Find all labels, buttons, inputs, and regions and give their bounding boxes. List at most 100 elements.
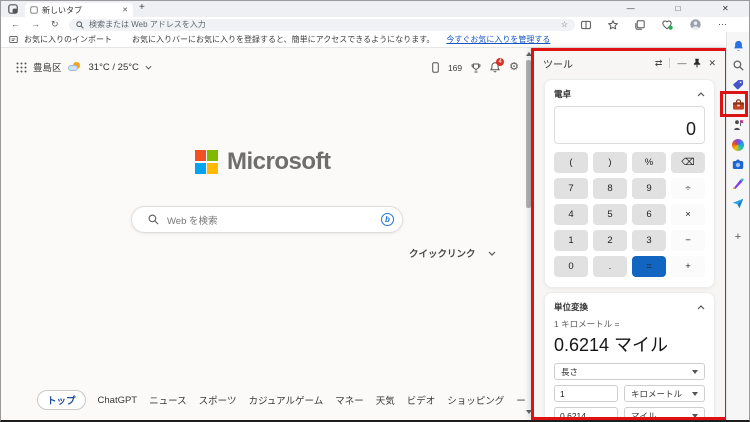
- nav-item-top[interactable]: トップ: [37, 390, 86, 410]
- more-menu-icon[interactable]: ⋯: [718, 19, 727, 30]
- calc-key[interactable]: 8: [593, 178, 627, 199]
- tab-new-tab[interactable]: 新しいタブ ✕: [25, 3, 133, 17]
- calc-key[interactable]: 7: [554, 178, 588, 199]
- weather-location[interactable]: 豊島区: [33, 60, 62, 74]
- shopping-tag-icon[interactable]: [732, 79, 744, 91]
- image-creator-icon[interactable]: [732, 159, 744, 170]
- chevron-up-icon[interactable]: [697, 305, 705, 310]
- tab-title: 新しいタブ: [42, 5, 118, 16]
- calc-key[interactable]: 9: [632, 178, 666, 199]
- close-button[interactable]: ✕: [702, 1, 749, 17]
- converter-from-input[interactable]: [554, 385, 618, 402]
- favorite-star-icon[interactable]: ☆: [561, 20, 568, 29]
- forward-button[interactable]: →: [31, 17, 40, 32]
- browser-essentials-icon[interactable]: [662, 20, 673, 30]
- converter-to-input[interactable]: [554, 407, 618, 420]
- new-tab-button[interactable]: +: [139, 2, 145, 13]
- import-favorites-button[interactable]: お気に入りのインポート: [24, 34, 112, 45]
- minimize-button[interactable]: —: [607, 1, 654, 17]
- calculator-keypad: ( ) % ⌫ 7 8 9 ÷ 4 5 6 × 1 2 3 − 0 . = +: [554, 152, 705, 277]
- calc-key-divide[interactable]: ÷: [671, 178, 705, 199]
- nav-item[interactable]: スポーツ: [199, 393, 237, 407]
- nav-item[interactable]: ショッピング: [447, 393, 504, 407]
- calc-key[interactable]: 2: [593, 230, 627, 251]
- refresh-button[interactable]: ↻: [51, 17, 59, 32]
- tab-favicon: [30, 6, 38, 14]
- profile-avatar[interactable]: [690, 19, 701, 30]
- app-launcher-icon[interactable]: [16, 62, 27, 73]
- converter-expression: 1 キロメートル =: [554, 318, 705, 330]
- converter-from-unit-value: キロメートル: [631, 388, 682, 400]
- microsoft-logo-icon: [195, 150, 219, 174]
- tab-close-icon[interactable]: ✕: [122, 6, 128, 14]
- browser-window: 新しいタブ ✕ + — □ ✕ ← → ↻ 検索または Web アドレスを入力 …: [0, 0, 750, 422]
- manage-favorites-link[interactable]: 今すぐお気に入りを管理する: [446, 34, 550, 45]
- rewards-trophy-icon[interactable]: [471, 63, 481, 73]
- add-sidebar-item-button[interactable]: +: [735, 231, 741, 243]
- collections-icon[interactable]: [635, 20, 645, 30]
- converter-category-select[interactable]: 長さ: [554, 363, 705, 380]
- microsoft365-icon[interactable]: [732, 139, 744, 151]
- search-icon[interactable]: [733, 60, 744, 71]
- calc-key-equals[interactable]: =: [632, 256, 666, 277]
- calc-key-backspace[interactable]: ⌫: [671, 152, 705, 173]
- calc-key[interactable]: 0: [554, 256, 588, 277]
- notifications-bell-icon[interactable]: [733, 40, 744, 52]
- chevron-down-icon: [488, 251, 496, 256]
- nav-item[interactable]: マネー: [335, 393, 364, 407]
- send-plane-icon[interactable]: [732, 198, 744, 209]
- calc-key[interactable]: (: [554, 152, 588, 173]
- calc-key-add[interactable]: +: [671, 256, 705, 277]
- nav-item[interactable]: 天気: [376, 393, 395, 407]
- address-bar[interactable]: 検索または Web アドレスを入力 ☆: [69, 19, 575, 31]
- designer-pen-icon[interactable]: [732, 178, 744, 190]
- microsoft-logo-text: Microsoft: [227, 148, 331, 176]
- calc-key[interactable]: .: [593, 256, 627, 277]
- nav-item[interactable]: ビデオ: [407, 393, 436, 407]
- calc-key[interactable]: 5: [593, 204, 627, 225]
- chevron-down-icon[interactable]: [145, 65, 152, 70]
- calc-key[interactable]: 3: [632, 230, 666, 251]
- chevron-up-icon[interactable]: [697, 92, 705, 97]
- calc-key[interactable]: 6: [632, 204, 666, 225]
- calc-key[interactable]: ): [593, 152, 627, 173]
- calculator-card: 電卓 0 ( ) % ⌫ 7 8 9 ÷ 4 5 6 × 1 2 3 −: [544, 79, 715, 288]
- calculator-display[interactable]: 0: [554, 106, 705, 144]
- notifications-bell-icon[interactable]: 4: [490, 62, 500, 73]
- games-person-icon[interactable]: [732, 119, 744, 131]
- close-panel-icon[interactable]: ✕: [708, 58, 716, 69]
- rewards-points[interactable]: 169: [448, 63, 462, 73]
- feed-nav: トップ ChatGPT ニュース スポーツ カジュアルゲーム マネー 天気 ビデ…: [37, 390, 493, 410]
- mobile-icon[interactable]: [432, 62, 439, 73]
- tab-strip: 新しいタブ ✕ + — □ ✕: [1, 1, 749, 17]
- dropdown-arrow-icon: [692, 392, 698, 396]
- split-screen-icon[interactable]: [581, 20, 591, 30]
- converter-from-unit-select[interactable]: キロメートル: [624, 385, 705, 402]
- page-settings-gear-icon[interactable]: ⚙: [509, 62, 519, 73]
- pin-icon[interactable]: [693, 58, 701, 68]
- bing-chat-icon[interactable]: b: [381, 213, 394, 226]
- swap-icon[interactable]: ⇄: [655, 58, 663, 69]
- weather-temps[interactable]: 31°C / 25°C: [89, 62, 139, 73]
- calc-key[interactable]: 4: [554, 204, 588, 225]
- workspaces-icon[interactable]: [8, 4, 18, 14]
- calc-key-subtract[interactable]: −: [671, 230, 705, 251]
- search-placeholder: Web を検索: [167, 213, 373, 227]
- calc-key[interactable]: 1: [554, 230, 588, 251]
- favorites-bar: お気に入りのインポート お気に入りバーにお気に入りを登録すると、簡単にアクセスで…: [1, 32, 727, 48]
- nav-item[interactable]: ChatGPT: [98, 395, 138, 406]
- minimize-panel-icon[interactable]: —: [677, 58, 686, 68]
- maximize-button[interactable]: □: [654, 1, 701, 17]
- back-button[interactable]: ←: [11, 17, 20, 32]
- calc-key[interactable]: %: [632, 152, 666, 173]
- quick-links-toggle[interactable]: クイックリンク: [409, 246, 496, 260]
- window-controls: — □ ✕: [607, 1, 749, 17]
- web-search-box[interactable]: Web を検索 b: [131, 206, 403, 233]
- converter-title: 単位変換: [554, 301, 588, 313]
- nav-item[interactable]: カジュアルゲーム: [248, 393, 323, 407]
- nav-item[interactable]: ニュース: [149, 393, 187, 407]
- search-icon: [148, 214, 159, 225]
- favorites-icon[interactable]: [608, 20, 618, 30]
- converter-to-unit-select[interactable]: マイル: [624, 407, 705, 420]
- calc-key-multiply[interactable]: ×: [671, 204, 705, 225]
